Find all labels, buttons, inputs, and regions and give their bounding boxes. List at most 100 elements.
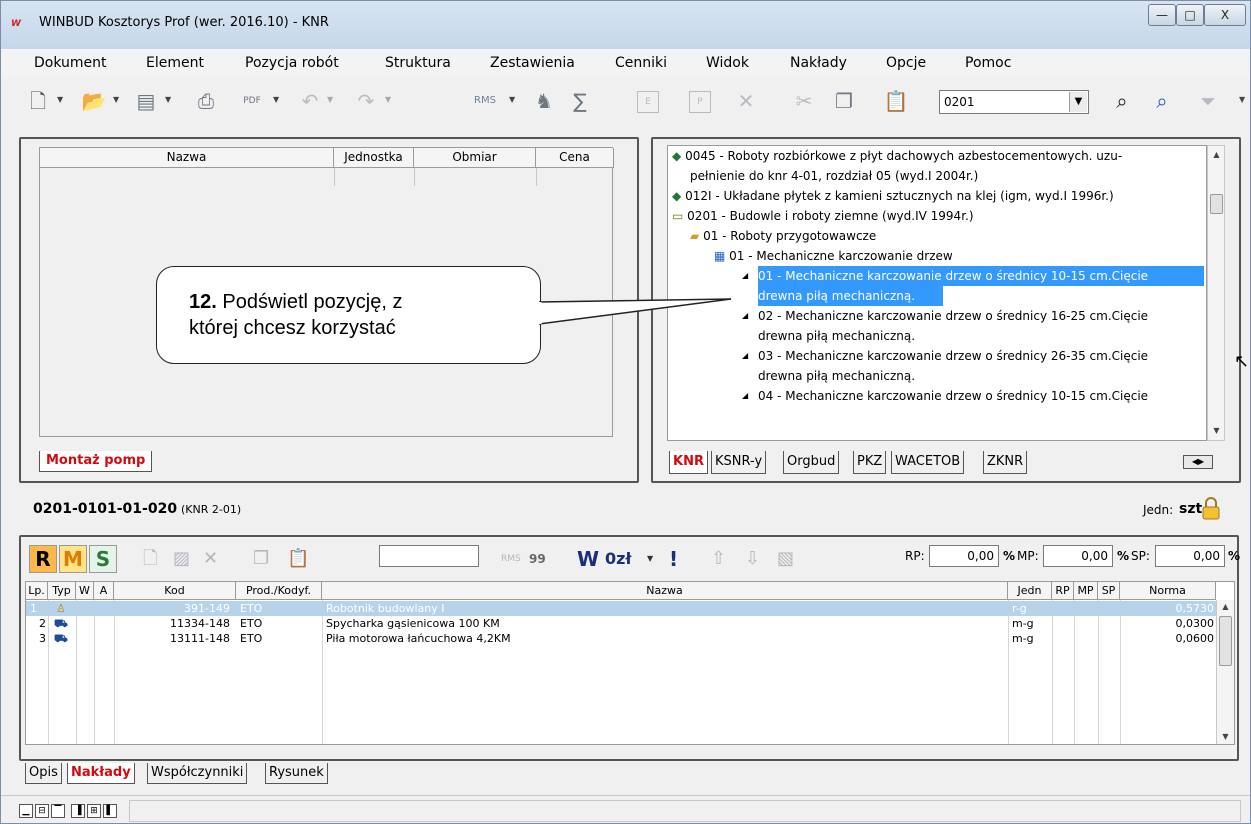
cut-icon[interactable]: ✂ xyxy=(791,87,817,115)
col-jedn[interactable]: Jedn xyxy=(1008,582,1052,600)
menu-cenniki[interactable]: Cenniki xyxy=(615,55,667,71)
rms-small-icon[interactable]: RMS xyxy=(501,547,521,571)
menu-widok[interactable]: Widok xyxy=(706,55,749,71)
menu-pozycja-robot[interactable]: Pozycja robót xyxy=(245,55,339,71)
col-lp[interactable]: Lp. xyxy=(26,582,48,600)
layout-right-icon[interactable]: ▐ xyxy=(71,804,85,818)
copy-icon[interactable]: ❐ xyxy=(831,87,857,115)
col-sp[interactable]: SP xyxy=(1098,582,1120,600)
tree-item[interactable]: 04 - Mechaniczne karczowanie drzew o śre… xyxy=(758,386,1148,406)
col-kod[interactable]: Kod xyxy=(114,582,236,600)
labor-filter-button[interactable]: R xyxy=(29,545,57,573)
tree-item[interactable]: ◆ 0045 - Roboty rozbiórkowe z płyt dacho… xyxy=(672,146,1122,166)
expander-icon[interactable]: ◢ xyxy=(742,386,748,406)
expander-icon[interactable]: ◢ xyxy=(742,346,748,366)
tab-montaz-pomp[interactable]: Montaż pomp xyxy=(39,451,153,472)
catalog-code-select[interactable]: 0201 ▼ xyxy=(939,90,1089,114)
open-folder-icon[interactable]: 📂 xyxy=(81,87,107,115)
save-icon[interactable]: ▤ xyxy=(133,87,159,115)
w-button[interactable]: W xyxy=(577,547,599,571)
tab-opis[interactable]: Opis xyxy=(25,763,62,784)
tree-scrollbar[interactable]: ▲ ▼ xyxy=(1207,145,1225,441)
rms-dropdown-arrow-icon[interactable]: ▼ xyxy=(509,95,515,104)
redo-dropdown-arrow-icon[interactable]: ▼ xyxy=(385,95,391,104)
tab-naklady[interactable]: Nakłady xyxy=(67,763,135,784)
scroll-down-icon[interactable]: ▼ xyxy=(1208,426,1225,435)
col-norma[interactable]: Norma xyxy=(1120,582,1216,600)
chevron-down-icon[interactable]: ▼ xyxy=(1069,92,1087,112)
find-icon[interactable]: ⌕ xyxy=(1109,87,1135,115)
tab-scroll-arrows-icon[interactable]: ◀▶ xyxy=(1183,455,1213,469)
col-rp[interactable]: RP xyxy=(1052,582,1074,600)
document-p-icon[interactable]: P xyxy=(689,91,711,113)
tree-item-continuation[interactable]: pełnienie do knr 4-01, rozdział 05 (wyd.… xyxy=(690,166,978,186)
rp-field[interactable]: 0,00 xyxy=(929,545,999,567)
exclamation-button[interactable]: ! xyxy=(669,547,678,571)
col-jednostka[interactable]: Jednostka xyxy=(334,148,414,168)
print-icon[interactable]: ⎙ xyxy=(193,87,219,115)
menu-dokument[interactable]: Dokument xyxy=(34,55,107,71)
lock-icon[interactable] xyxy=(1201,495,1221,521)
col-prod[interactable]: Prod./Kodyf. xyxy=(236,582,322,600)
table-row[interactable]: 3 ⛟ 13111-148 ETO Piła motorowa łańcucho… xyxy=(26,631,1216,646)
scroll-up-icon[interactable]: ▲ xyxy=(1208,150,1225,159)
save-dropdown-arrow-icon[interactable]: ▼ xyxy=(165,95,171,104)
layout-top-icon[interactable]: ▔ xyxy=(51,804,65,818)
tree-item-continuation[interactable]: drewna piłą mechaniczną. xyxy=(758,326,915,346)
tab-wacetob[interactable]: WACETOB xyxy=(891,451,965,474)
equipment-filter-button[interactable]: S xyxy=(89,545,117,573)
col-mp[interactable]: MP xyxy=(1074,582,1098,600)
copy-item-icon[interactable]: ❐ xyxy=(253,547,269,571)
edit-item-icon[interactable]: ▨ xyxy=(173,547,190,571)
tree-item-selected[interactable]: 01 - Mechaniczne karczowanie drzew o śre… xyxy=(758,266,1204,286)
move-up-icon[interactable]: ⇧ xyxy=(711,547,726,571)
rms-icon[interactable]: RMS xyxy=(471,87,499,115)
calculator-icon[interactable]: ▧ xyxy=(777,547,794,571)
tree-item[interactable]: ▦ 01 - Mechaniczne karczowanie drzew xyxy=(714,246,953,266)
sp-field[interactable]: 0,00 xyxy=(1155,545,1225,567)
menu-struktura[interactable]: Struktura xyxy=(385,55,451,71)
expander-icon[interactable]: ◢ xyxy=(742,306,748,326)
menu-opcje[interactable]: Opcje xyxy=(886,55,926,71)
delete-item-icon[interactable]: ✕ xyxy=(203,547,218,571)
maximize-button[interactable]: □ xyxy=(1176,4,1204,26)
scroll-thumb[interactable] xyxy=(1210,194,1223,214)
counter-99-icon[interactable]: 99 xyxy=(529,547,546,571)
paste-icon[interactable]: 📋 xyxy=(883,87,909,115)
tab-pkz[interactable]: PKZ xyxy=(853,451,887,474)
col-w[interactable]: W xyxy=(76,582,94,600)
zl-dropdown-arrow-icon[interactable]: ▼ xyxy=(647,547,653,571)
menu-zestawienia[interactable]: Zestawienia xyxy=(490,55,575,71)
col-a[interactable]: A xyxy=(94,582,114,600)
worker-icon[interactable]: ♞ xyxy=(531,87,557,115)
layout-bottom-icon[interactable]: ▁ xyxy=(19,804,33,818)
delete-icon[interactable]: ✕ xyxy=(733,87,759,115)
layout-split-h-icon[interactable]: ⊟ xyxy=(35,804,49,818)
grid-scrollbar[interactable]: ▲ ▼ xyxy=(1216,600,1234,744)
tab-rysunek[interactable]: Rysunek xyxy=(265,763,328,784)
new-item-icon[interactable]: 🗋 xyxy=(143,547,157,571)
col-obmiar[interactable]: Obmiar xyxy=(414,148,536,168)
tab-zknr[interactable]: ZKNR xyxy=(983,451,1028,474)
minimize-button[interactable]: — xyxy=(1148,4,1176,26)
material-filter-button[interactable]: M xyxy=(59,545,87,573)
tree-item[interactable]: ◆ 012I - Układane płytek z kamieni sztuc… xyxy=(672,186,1114,206)
layout-left-icon[interactable]: ▌ xyxy=(103,804,117,818)
close-button[interactable]: X xyxy=(1204,4,1246,26)
mp-field[interactable]: 0,00 xyxy=(1043,545,1113,567)
zl-button[interactable]: 0zł xyxy=(605,547,631,571)
col-cena[interactable]: Cena xyxy=(536,148,614,168)
menu-element[interactable]: Element xyxy=(146,55,204,71)
tree-item[interactable]: ▭ 0201 - Budowle i roboty ziemne (wyd.IV… xyxy=(672,206,974,226)
scroll-up-icon[interactable]: ▲ xyxy=(1217,602,1234,611)
tree-item[interactable]: 03 - Mechaniczne karczowanie drzew o śre… xyxy=(758,346,1148,366)
tree-item[interactable]: 02 - Mechaniczne karczowanie drzew o śre… xyxy=(758,306,1148,326)
tab-wspolczynniki[interactable]: Współczynniki xyxy=(147,763,248,784)
tree-item-continuation[interactable]: drewna piłą mechaniczną. xyxy=(758,366,915,386)
layout-split-v-icon[interactable]: ⊞ xyxy=(87,804,101,818)
col-typ[interactable]: Typ xyxy=(48,582,76,600)
tab-orgbud[interactable]: Orgbud xyxy=(783,451,840,474)
table-row[interactable]: 2 ⛟ 11334-148 ETO Spycharka gąsienicowa … xyxy=(26,616,1216,631)
tab-ksnr-y[interactable]: KSNR-y xyxy=(711,451,767,474)
document-e-icon[interactable]: E xyxy=(637,91,659,113)
